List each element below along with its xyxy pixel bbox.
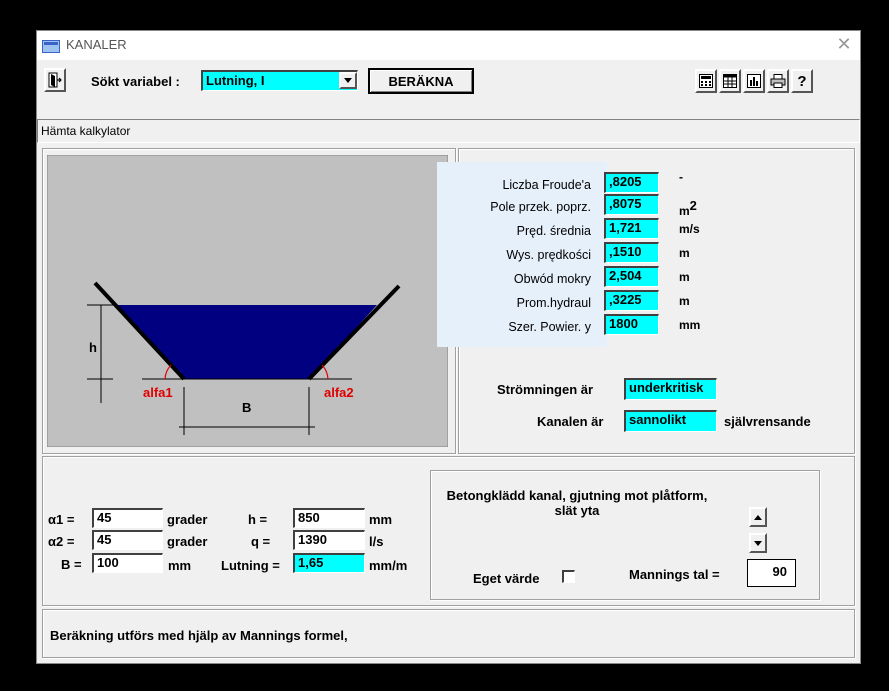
result-label: Pole przek. poprz.: [490, 200, 591, 214]
results-panel: Liczba Froude'a ,8205 - Pole przek. poprz.,…: [437, 148, 855, 454]
result-value: ,8205: [604, 172, 659, 193]
lutning-unit: mm/m: [369, 558, 408, 573]
result-value: 1,721: [604, 218, 659, 239]
result-label: Prom.hydraul: [516, 296, 591, 310]
result-label: Obwód mokry: [513, 272, 591, 286]
window-title: KANALER: [66, 37, 127, 52]
h-unit: mm: [369, 512, 393, 527]
diagram-panel: h B alfa1 alfa2: [42, 148, 456, 454]
result-unit: m/s: [679, 222, 700, 236]
result-unit-superscript: 2: [689, 198, 697, 213]
title-bar: KANALER ✕: [37, 31, 860, 60]
b-label: B: [242, 400, 251, 415]
status-text: Beräkning utförs med hjälp av Mannings f…: [50, 628, 348, 643]
kanaler-window: KANALER ✕ Sökt variabel : Lutning, I BER…: [36, 30, 861, 664]
b-unit: mm: [168, 558, 192, 573]
result-value: 1800: [604, 314, 659, 335]
help-button[interactable]: ?: [791, 69, 813, 93]
alpha2-input[interactable]: 45: [92, 530, 163, 550]
result-value: ,3225: [604, 290, 659, 311]
alpha1-input[interactable]: 45: [92, 508, 163, 528]
table-button[interactable]: [719, 69, 741, 93]
stromningen-label: Strömningen är: [497, 382, 594, 397]
kanalen-label: Kanalen är: [537, 414, 604, 429]
chevron-down-icon: [754, 540, 762, 546]
q-unit: l/s: [369, 534, 384, 549]
result-unit: m: [679, 294, 690, 308]
result-value: ,1510: [604, 242, 659, 263]
q-input[interactable]: 1390: [293, 530, 365, 550]
result-unit: -: [679, 170, 683, 184]
kanalen-suffix: självrensande: [724, 414, 811, 429]
calculator-icon: [699, 74, 713, 88]
alpha2-label: α2 =: [48, 534, 75, 549]
h-input-label: h =: [248, 512, 268, 527]
hamta-kalkylator-menu[interactable]: Hämta kalkylator: [41, 124, 130, 138]
result-unit: m: [679, 270, 690, 284]
mannings-label: Mannings tal =: [629, 567, 720, 582]
sokt-variabel-label: Sökt variabel :: [91, 74, 180, 89]
b-input-label: B =: [61, 557, 82, 572]
sokt-variabel-select[interactable]: Lutning, I: [201, 70, 358, 91]
h-label: h: [89, 340, 97, 355]
h-input[interactable]: 850: [293, 508, 365, 528]
exit-door-icon: [48, 72, 62, 88]
q-input-label: q =: [251, 534, 271, 549]
eget-varde-checkbox[interactable]: [562, 570, 575, 583]
toolbar: Sökt variabel : Lutning, I BERÄKNA ?: [37, 61, 860, 99]
berakna-button[interactable]: BERÄKNA: [368, 68, 474, 94]
lutning-label: Lutning =: [221, 558, 280, 573]
alpha1-unit: grader: [167, 512, 208, 527]
close-icon[interactable]: ✕: [836, 34, 852, 55]
menu-strip: Hämta kalkylator: [37, 119, 860, 143]
scroll-down-button[interactable]: [749, 533, 767, 553]
result-label: Szer. Powier. y: [508, 320, 591, 334]
material-description: Betongklädd kanal, gjutning mot plåtform…: [446, 488, 708, 518]
alfa2-label: alfa2: [324, 385, 354, 400]
alpha1-label: α1 =: [48, 512, 75, 527]
result-label: Liczba Froude'a: [502, 178, 591, 192]
app-icon: [42, 40, 60, 53]
material-group: Betongklädd kanal, gjutning mot plåtform…: [430, 470, 820, 600]
result-unit: mm: [679, 318, 701, 332]
alfa1-label: alfa1: [143, 385, 173, 400]
kanalen-value: sannolikt: [624, 410, 717, 432]
stromningen-value: underkritisk: [624, 378, 717, 400]
result-label: Wys. prędkości: [506, 248, 591, 262]
alpha2-unit: grader: [167, 534, 208, 549]
table-icon: [723, 74, 737, 88]
lutning-value: 1,65: [293, 553, 365, 573]
dropdown-button[interactable]: [339, 72, 357, 89]
printer-icon: [770, 74, 786, 88]
mannings-input[interactable]: 90: [747, 559, 796, 587]
exit-button[interactable]: [44, 68, 66, 92]
chevron-up-icon: [754, 514, 762, 520]
channel-cross-section-diagram: h B alfa1 alfa2: [47, 155, 448, 447]
inputs-panel: α1 = 45 grader α2 = 45 grader B = 100 mm…: [42, 456, 855, 606]
scroll-up-button[interactable]: [749, 507, 767, 527]
eget-varde-label: Eget värde: [473, 571, 540, 586]
print-button[interactable]: [767, 69, 789, 93]
sokt-variabel-value: Lutning, I: [206, 73, 265, 88]
result-unit: m2: [679, 198, 697, 218]
bar-chart-icon: [747, 74, 761, 88]
calculator-button[interactable]: [695, 69, 717, 93]
b-input[interactable]: 100: [92, 553, 163, 573]
chevron-down-icon: [344, 78, 352, 83]
result-unit: m: [679, 246, 690, 260]
status-bar: Beräkning utförs med hjälp av Mannings f…: [42, 609, 855, 658]
result-value: ,8075: [604, 194, 659, 215]
result-value: 2,504: [604, 266, 659, 287]
result-label: Pręd. średnia: [516, 224, 591, 238]
chart-button[interactable]: [743, 69, 765, 93]
